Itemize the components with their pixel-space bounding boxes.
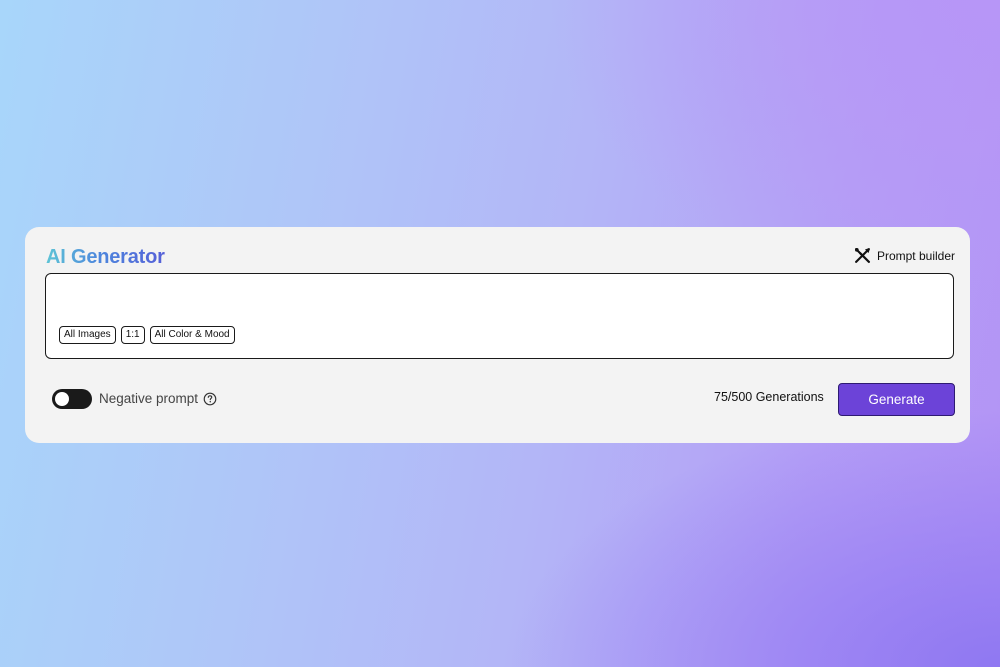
generations-counter: 75/500 Generations [714,390,824,404]
card-title: AI Generator [46,246,165,268]
tools-icon [854,247,870,264]
negative-prompt-toggle[interactable] [52,389,92,409]
ai-generator-card: AI Generator Prompt builder All Images 1… [25,227,970,443]
chip-image-type[interactable]: All Images [59,326,116,344]
chip-aspect-ratio[interactable]: 1:1 [120,326,145,344]
question-circle-icon[interactable] [203,392,217,406]
prompt-input[interactable] [58,282,942,322]
prompt-builder-button[interactable]: Prompt builder [854,247,955,264]
generator-footer: Negative prompt 75/500 Generations Gener… [25,381,970,417]
prompt-builder-label: Prompt builder [876,248,955,263]
prompt-area[interactable]: All Images 1:1 All Color & Mood [45,273,954,359]
toggle-knob [55,392,69,406]
negative-prompt-label: Negative prompt [99,391,199,406]
generate-button[interactable]: Generate [838,383,955,416]
filter-chips: All Images 1:1 All Color & Mood [59,326,235,344]
chip-color-mood[interactable]: All Color & Mood [149,326,235,344]
